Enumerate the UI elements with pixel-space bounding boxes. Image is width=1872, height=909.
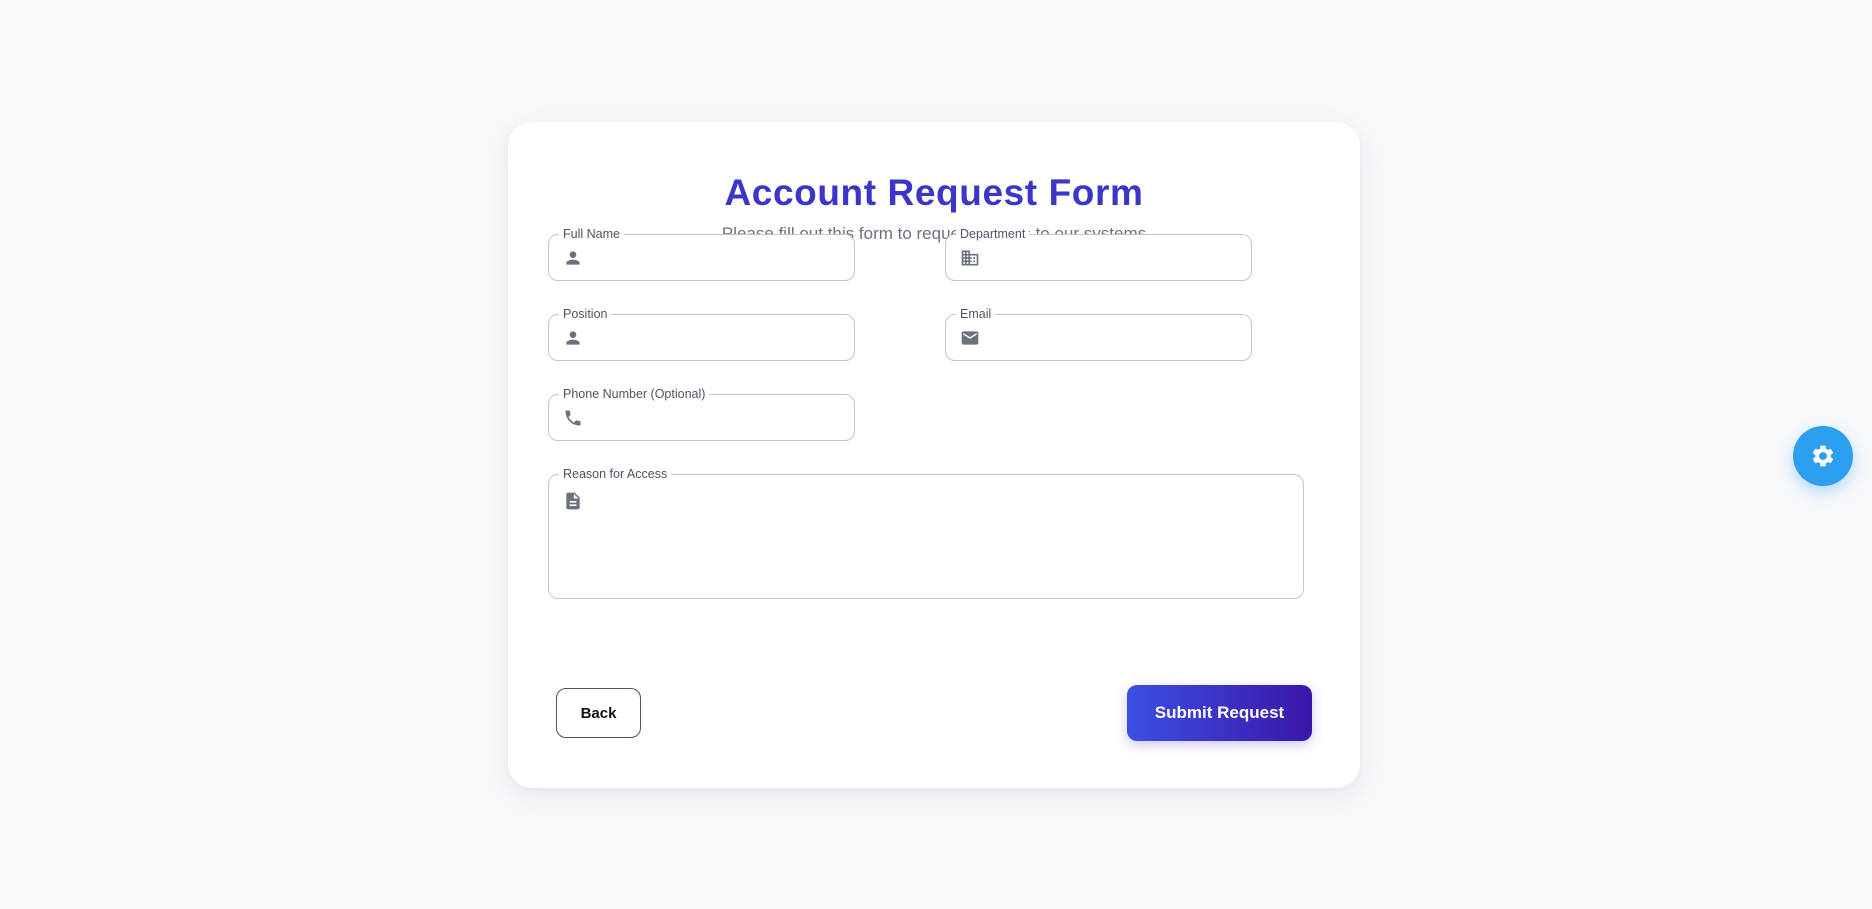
page-title: Account Request Form — [724, 172, 1144, 213]
person-icon — [563, 248, 583, 268]
department-label: Department — [956, 226, 1030, 242]
full-name-input[interactable] — [597, 245, 842, 281]
email-input[interactable] — [994, 325, 1239, 361]
person-icon — [563, 328, 583, 348]
full-name-field[interactable]: Full Name — [548, 226, 855, 281]
account-request-card: Account Request Form Please fill out thi… — [508, 122, 1360, 788]
building-icon — [960, 248, 980, 268]
department-field[interactable]: Department — [945, 226, 1252, 281]
department-input[interactable] — [994, 245, 1239, 281]
phone-input[interactable] — [597, 405, 842, 441]
document-icon — [563, 491, 583, 511]
position-input[interactable] — [597, 325, 842, 361]
submit-request-button[interactable]: Submit Request — [1127, 685, 1312, 741]
position-field[interactable]: Position — [548, 306, 855, 361]
phone-label: Phone Number (Optional) — [559, 386, 710, 402]
email-label: Email — [956, 306, 996, 322]
mail-icon — [960, 328, 980, 348]
reason-textarea[interactable] — [597, 487, 1291, 588]
reason-field[interactable]: Reason for Access — [548, 466, 1304, 599]
back-button[interactable]: Back — [556, 688, 641, 738]
reason-label: Reason for Access — [559, 466, 672, 482]
position-label: Position — [559, 306, 612, 322]
full-name-label: Full Name — [559, 226, 624, 242]
phone-field[interactable]: Phone Number (Optional) — [548, 386, 855, 441]
settings-fab-button[interactable] — [1793, 426, 1853, 486]
email-field[interactable]: Email — [945, 306, 1252, 361]
gear-icon — [1810, 443, 1836, 469]
phone-icon — [563, 408, 583, 428]
